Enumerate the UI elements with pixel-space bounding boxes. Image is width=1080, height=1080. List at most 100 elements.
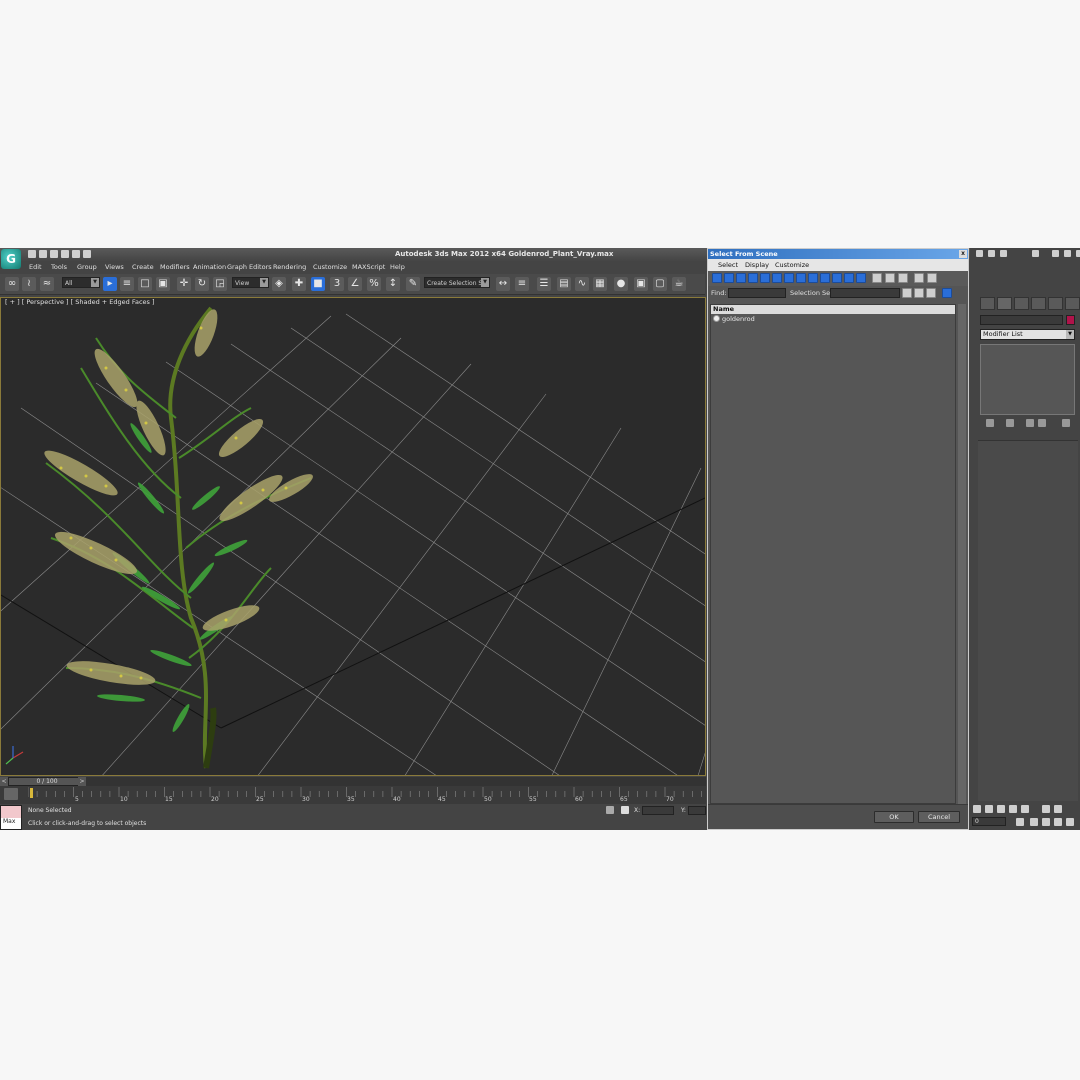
object-color-swatch[interactable] bbox=[1066, 315, 1075, 325]
display-frozen-icon[interactable] bbox=[832, 273, 842, 283]
modifier-list-dropdown[interactable]: Modifier List ▼ bbox=[980, 329, 1075, 340]
snaps-toggle-icon[interactable]: 3 bbox=[330, 277, 344, 291]
show-end-result-icon[interactable] bbox=[1006, 419, 1014, 427]
ok-button[interactable]: OK bbox=[874, 811, 914, 823]
display-lights-icon[interactable] bbox=[736, 273, 746, 283]
menu-edit[interactable]: Edit bbox=[29, 263, 42, 271]
menu-tools[interactable]: Tools bbox=[51, 263, 67, 271]
window-crossing-icon[interactable]: ▣ bbox=[156, 277, 170, 291]
render-setup-icon[interactable]: ▣ bbox=[634, 277, 648, 291]
menu-customize[interactable]: Customize bbox=[313, 263, 347, 271]
track-bar[interactable]: 5 10 15 20 25 30 35 40 45 50 55 60 65 70 bbox=[0, 786, 706, 804]
named-selection-dropdown[interactable]: Create Selection Se ▼ bbox=[424, 277, 490, 288]
x-coordinate-field[interactable] bbox=[642, 806, 674, 815]
dialog-title-bar[interactable]: Select From Scene x bbox=[708, 249, 968, 259]
menu-graph-editors[interactable]: Graph Editors bbox=[227, 263, 272, 271]
render-production-icon[interactable]: ☕ bbox=[672, 277, 686, 291]
y-coordinate-field[interactable] bbox=[688, 806, 706, 815]
display-containers-icon[interactable] bbox=[820, 273, 830, 283]
layer-manager-icon[interactable]: ☰ bbox=[537, 277, 551, 291]
dialog-menu-customize[interactable]: Customize bbox=[775, 261, 809, 269]
select-invert-icon[interactable] bbox=[898, 273, 908, 283]
object-name-field[interactable] bbox=[980, 315, 1063, 325]
unlink-icon[interactable]: ≀ bbox=[22, 277, 36, 291]
display-geometry-icon[interactable] bbox=[712, 273, 722, 283]
pin-stack-icon[interactable] bbox=[986, 419, 994, 427]
time-slider-thumb[interactable]: 0 / 100 bbox=[8, 777, 86, 786]
absolute-relative-toggle-icon[interactable] bbox=[621, 806, 629, 814]
display-tab-icon[interactable] bbox=[1048, 297, 1063, 310]
time-slider-next[interactable]: > bbox=[78, 777, 86, 786]
display-groups-icon[interactable] bbox=[784, 273, 794, 283]
material-editor-icon[interactable]: ● bbox=[614, 277, 628, 291]
menu-maxscript[interactable]: MAXScript bbox=[352, 263, 385, 271]
selection-lock-icon[interactable] bbox=[606, 806, 614, 814]
select-and-scale-icon[interactable]: ◲ bbox=[213, 277, 227, 291]
display-hidden-icon[interactable] bbox=[844, 273, 854, 283]
help-icon[interactable] bbox=[1032, 250, 1039, 257]
configure-modifier-sets-icon[interactable] bbox=[1062, 419, 1070, 427]
go-to-end-icon[interactable] bbox=[1021, 805, 1029, 813]
edit-named-selection-icon[interactable]: ✎ bbox=[406, 277, 420, 291]
display-all-icon[interactable] bbox=[856, 273, 866, 283]
keyboard-shortcut-override-icon[interactable]: ■ bbox=[311, 277, 325, 291]
minimize-icon[interactable] bbox=[1052, 250, 1059, 257]
select-none-icon[interactable] bbox=[885, 273, 895, 283]
select-object-icon[interactable]: ▸ bbox=[103, 277, 117, 291]
search-icon[interactable] bbox=[976, 250, 983, 257]
display-helpers-icon[interactable] bbox=[760, 273, 770, 283]
angle-snap-icon[interactable]: ∠ bbox=[348, 277, 362, 291]
mirror-icon[interactable]: ↔ bbox=[496, 277, 510, 291]
cancel-button[interactable]: Cancel bbox=[918, 811, 960, 823]
display-space-warps-icon[interactable] bbox=[772, 273, 782, 283]
favorites-icon[interactable] bbox=[1000, 250, 1007, 257]
utilities-tab-icon[interactable] bbox=[1065, 297, 1080, 310]
list-item[interactable]: goldenrod bbox=[711, 314, 955, 324]
select-all-icon[interactable] bbox=[872, 273, 882, 283]
maxscript-listener[interactable]: Max bbox=[0, 805, 22, 830]
maxscript-input-area[interactable] bbox=[1, 806, 21, 818]
schematic-view-icon[interactable]: ▦ bbox=[593, 277, 607, 291]
selection-filter-dropdown[interactable]: All ▼ bbox=[62, 277, 100, 288]
viewport-label[interactable]: [ + ] [ Perspective ] [ Shaded + Edged F… bbox=[5, 298, 155, 306]
menu-modifiers[interactable]: Modifiers bbox=[160, 263, 190, 271]
spinner-snap-icon[interactable]: ↕ bbox=[386, 277, 400, 291]
display-bones-icon[interactable] bbox=[808, 273, 818, 283]
hierarchy-tab-icon[interactable] bbox=[1014, 297, 1029, 310]
time-slider[interactable]: < 0 / 100 > bbox=[0, 777, 706, 786]
mini-curve-editor-icon[interactable] bbox=[4, 788, 18, 800]
select-by-name-icon[interactable]: ≡ bbox=[120, 277, 134, 291]
menu-help[interactable]: Help bbox=[390, 263, 405, 271]
menu-create[interactable]: Create bbox=[132, 263, 154, 271]
undo-icon[interactable] bbox=[61, 250, 69, 258]
menu-views[interactable]: Views bbox=[105, 263, 124, 271]
select-and-rotate-icon[interactable]: ↻ bbox=[195, 277, 209, 291]
open-file-icon[interactable] bbox=[39, 250, 47, 258]
align-icon[interactable]: ≡ bbox=[515, 277, 529, 291]
column-header-name[interactable]: Name bbox=[711, 305, 955, 314]
redo-icon[interactable] bbox=[72, 250, 80, 258]
filter-icon[interactable] bbox=[914, 273, 924, 283]
remove-modifier-icon[interactable] bbox=[1038, 419, 1046, 427]
perspective-viewport[interactable]: [ + ] [ Perspective ] [ Shaded + Edged F… bbox=[0, 297, 706, 776]
scene-object-list[interactable]: Name goldenrod bbox=[710, 304, 956, 804]
selection-set-options-icon[interactable] bbox=[926, 288, 936, 298]
selection-set-remove-icon[interactable] bbox=[914, 288, 924, 298]
close-icon[interactable] bbox=[1076, 250, 1080, 257]
previous-frame-icon[interactable] bbox=[985, 805, 993, 813]
sync-selection-icon[interactable] bbox=[942, 288, 952, 298]
pivot-center-icon[interactable]: ◈ bbox=[272, 277, 286, 291]
menu-rendering[interactable]: Rendering bbox=[273, 263, 306, 271]
subscription-icon[interactable] bbox=[988, 250, 995, 257]
go-to-start-icon[interactable] bbox=[973, 805, 981, 813]
find-input[interactable] bbox=[728, 288, 786, 298]
maximize-viewport-icon[interactable] bbox=[1066, 818, 1074, 826]
play-icon[interactable] bbox=[997, 805, 1005, 813]
selection-set-add-icon[interactable] bbox=[902, 288, 912, 298]
restore-icon[interactable] bbox=[1064, 250, 1071, 257]
orbit-icon[interactable] bbox=[1042, 818, 1050, 826]
graphite-ribbon-icon[interactable]: ▤ bbox=[557, 277, 571, 291]
dialog-menu-display[interactable]: Display bbox=[745, 261, 769, 269]
modify-tab-icon[interactable] bbox=[997, 297, 1012, 310]
dialog-menu-select[interactable]: Select bbox=[718, 261, 738, 269]
